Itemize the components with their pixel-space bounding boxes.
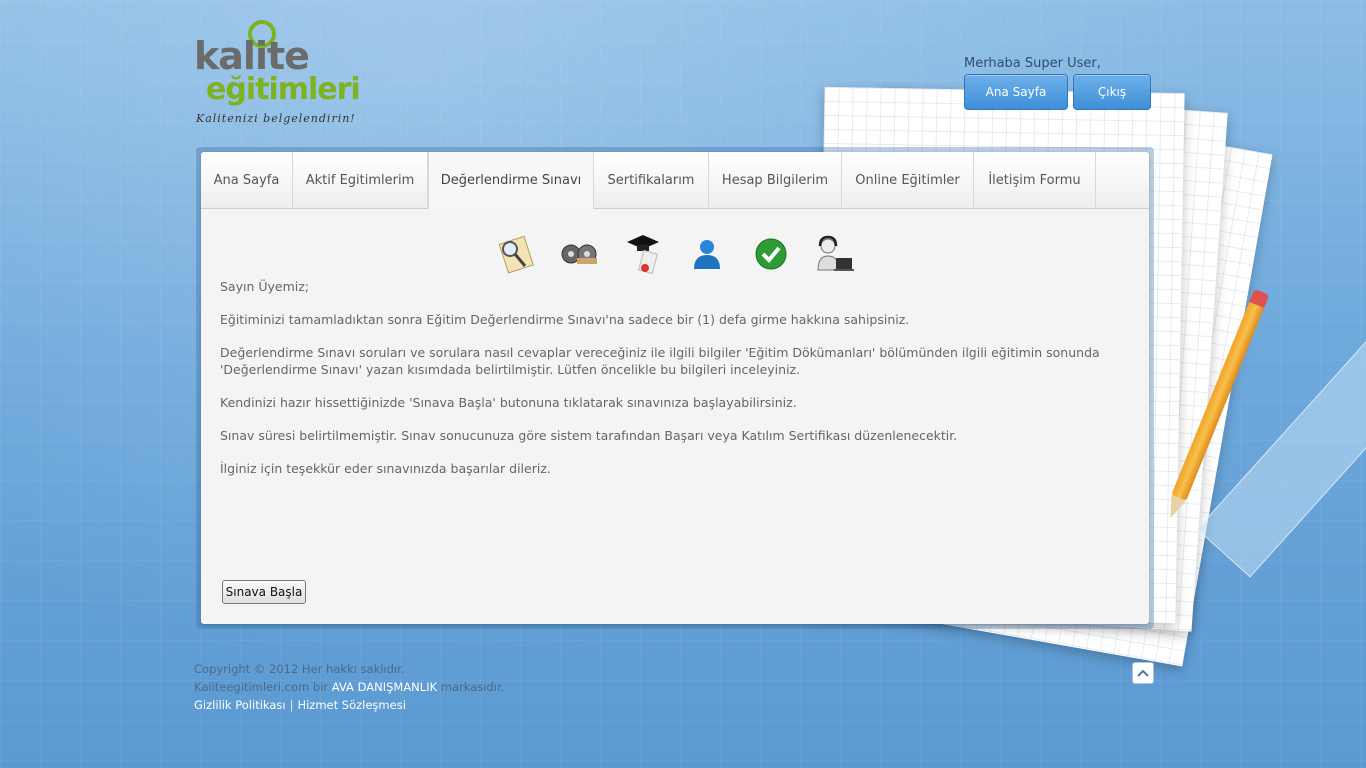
tab-contact-form[interactable]: İletişim Formu <box>974 152 1096 208</box>
brand-prefix: Kaliteegitimleri.com bir <box>194 680 329 694</box>
footer: Copyright © 2012 Her hakkı saklıdır. Kal… <box>194 660 504 714</box>
start-exam-button[interactable]: Sınava Başla <box>222 580 306 604</box>
instruction-paragraph-1: Eğitiminizi tamamladıktan sonra Eğitim D… <box>220 312 910 327</box>
tab-bar: Ana Sayfa Aktif Egitimlerim Değerlendirm… <box>201 152 1149 209</box>
home-button[interactable]: Ana Sayfa <box>964 74 1068 110</box>
copyright-text: Copyright © 2012 Her hakkı saklıdır. <box>194 662 405 676</box>
tab-online-trainings[interactable]: Online Eğitimler <box>842 152 974 208</box>
chevron-up-icon <box>1137 669 1149 677</box>
instruction-paragraph-2: Değerlendirme Sınavı soruları ve sorular… <box>220 345 1100 377</box>
exam-instructions: Sayın Üyemiz; Eğitiminizi tamamladıktan … <box>220 278 1120 493</box>
brand-line: Kaliteegitimleri.com bir AVA DANIŞMANLIK… <box>194 678 504 696</box>
film-reels-icon[interactable] <box>557 232 601 276</box>
support-agent-icon[interactable] <box>813 232 857 276</box>
user-icon[interactable] <box>685 232 729 276</box>
tab-evaluation-exam[interactable]: Değerlendirme Sınavı <box>428 152 594 209</box>
graduation-diploma-icon[interactable] <box>621 232 665 276</box>
main-panel: Ana Sayfa Aktif Egitimlerim Değerlendirm… <box>196 147 1154 629</box>
greeting-text: Sayın Üyemiz; <box>220 279 310 294</box>
instruction-paragraph-5: İlginiz için teşekkür eder sınavınızda b… <box>220 461 551 476</box>
brand-suffix: markasıdır. <box>440 680 505 694</box>
ava-danismanlik-link[interactable]: AVA DANIŞMANLIK <box>332 680 437 694</box>
site-logo[interactable]: kalite eğitimleri Kalitenizi belgelendir… <box>194 20 364 130</box>
instruction-paragraph-3: Kendinizi hazır hissettiğinizde 'Sınava … <box>220 395 797 410</box>
welcome-text: Merhaba Super User, <box>964 56 1101 71</box>
instruction-paragraph-4: Sınav süresi belirtilmemiştir. Sınav son… <box>220 428 958 443</box>
privacy-policy-link[interactable]: Gizlilik Politikası <box>194 698 286 712</box>
logo-tagline: Kalitenizi belgelendirin! <box>196 112 356 125</box>
scroll-to-top-button[interactable] <box>1132 662 1154 684</box>
tab-home[interactable]: Ana Sayfa <box>201 152 293 208</box>
terms-of-service-link[interactable]: Hizmet Sözleşmesi <box>297 698 405 712</box>
content-panel: Ana Sayfa Aktif Egitimlerim Değerlendirm… <box>201 152 1149 624</box>
search-document-icon[interactable] <box>493 232 537 276</box>
tab-active-trainings[interactable]: Aktif Egitimlerim <box>293 152 428 208</box>
footer-links: Gizlilik Politikası | Hizmet Sözleşmesi <box>194 696 504 714</box>
checkmark-icon[interactable] <box>749 232 793 276</box>
tab-certificates[interactable]: Sertifikalarım <box>594 152 709 208</box>
quick-icons <box>201 232 1149 276</box>
logo-line2: eğitimleri <box>206 72 361 107</box>
footer-separator: | <box>289 698 294 712</box>
tab-account-info[interactable]: Hesap Bilgilerim <box>709 152 842 208</box>
logout-button[interactable]: Çıkış <box>1073 74 1151 110</box>
